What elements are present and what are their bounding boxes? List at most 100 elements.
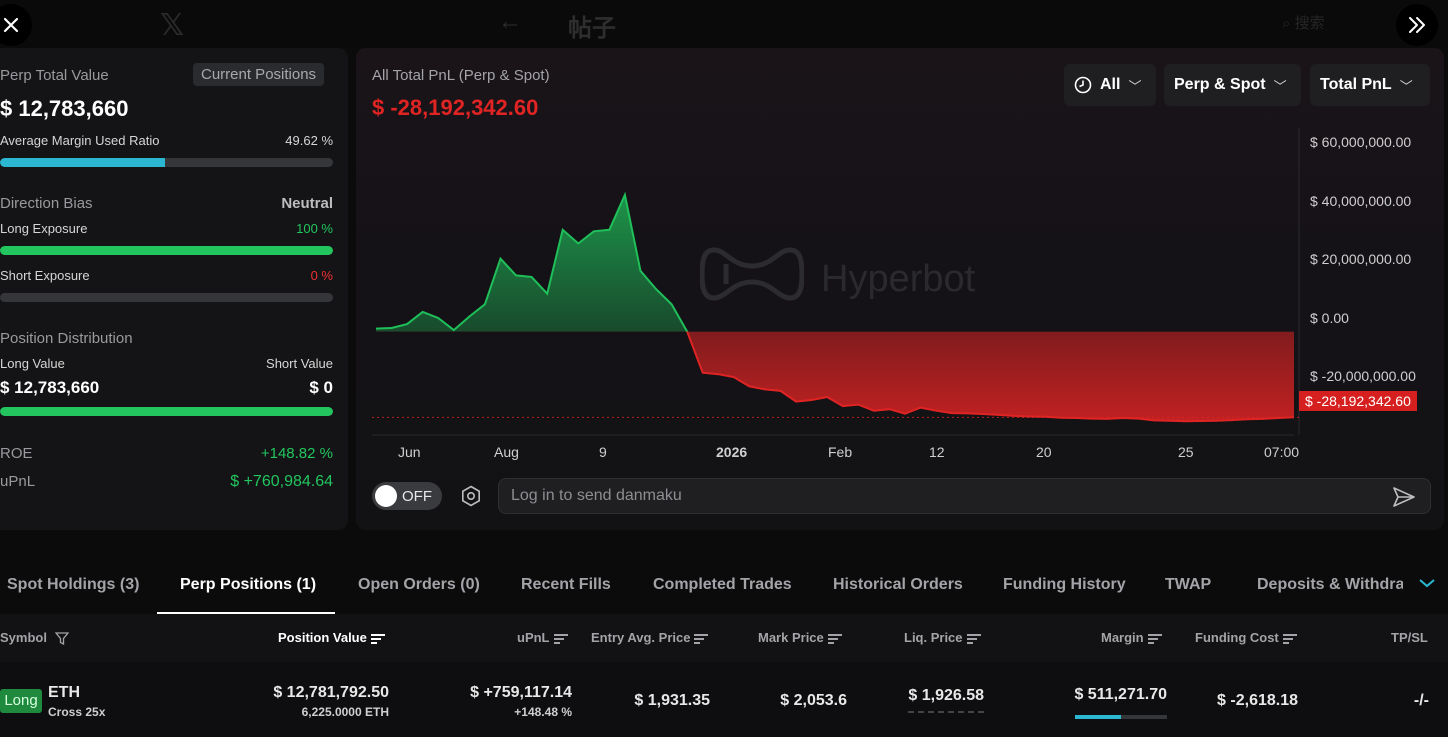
margin-usage-fill (1075, 715, 1121, 719)
long-exposure-fill (0, 246, 333, 255)
leverage-label: Cross 25x (48, 705, 106, 719)
tab-completed-trades[interactable]: Completed Trades (653, 576, 792, 594)
x-tick-label: 07:00 (1264, 444, 1300, 460)
search-label: 搜索 (1294, 15, 1325, 32)
filter-icon[interactable] (54, 632, 69, 646)
upnl-value: $ +760,984.64 (230, 473, 333, 490)
col-liq-price[interactable]: Liq. Price (904, 630, 981, 645)
margin-ratio-label: Average Margin Used Ratio (0, 133, 160, 148)
sort-icon (553, 633, 568, 644)
col-tpsl: TP/SL (1391, 630, 1428, 645)
side-badge: Long (0, 689, 42, 713)
y-tick-label: $ 60,000,000.00 (1310, 134, 1412, 150)
perp-total-value: $ 12,783,660 (0, 96, 129, 121)
sort-icon (370, 633, 385, 644)
sort-icon (1282, 633, 1297, 644)
col-margin[interactable]: Margin (1101, 630, 1162, 645)
roe-value: +148.82 % (260, 445, 333, 462)
sort-icon (966, 633, 981, 644)
danmaku-toggle[interactable]: OFF (372, 482, 442, 510)
page-title: 帖子 (568, 15, 616, 42)
col-mark-price[interactable]: Mark Price (758, 630, 842, 645)
toggle-knob (375, 485, 397, 507)
tabs-more-button[interactable] (1418, 576, 1436, 594)
roe-label: ROE (0, 445, 33, 462)
long-exposure-bar (0, 246, 333, 255)
entry-price: $ 1,931.35 (634, 692, 710, 709)
position-distribution-bar (0, 407, 333, 416)
double-chevron-right-icon (1409, 17, 1425, 33)
col-entry-price-label: Entry Avg. Price (591, 630, 691, 645)
table-header: Symbol Position Value uPnL Entry Avg. Pr… (0, 614, 1448, 662)
upnl-label: uPnL (0, 473, 36, 490)
long-exposure-label: Long Exposure (0, 221, 88, 236)
short-exposure-bar (0, 293, 333, 302)
back-arrow-icon[interactable]: ← (498, 8, 522, 36)
pnl-chart-panel: All Total PnL (Perp & Spot) $ -28,192,34… (356, 48, 1444, 530)
search-icon: ⌕ (1282, 15, 1291, 32)
close-icon (3, 17, 19, 33)
col-funding-cost[interactable]: Funding Cost (1195, 630, 1297, 645)
tab-spot-holdings[interactable]: Spot Holdings (3) (7, 576, 139, 594)
col-upnl-label: uPnL (517, 630, 550, 645)
margin-ratio-bar (0, 158, 333, 167)
col-entry-price[interactable]: Entry Avg. Price (591, 630, 709, 645)
x-logo-icon: 𝕏 (160, 9, 185, 42)
danmaku-input[interactable]: Log in to send danmaku (498, 478, 1431, 514)
positions-tabs: Spot Holdings (3) Perp Positions (1) Ope… (0, 556, 1448, 614)
col-mark-price-label: Mark Price (758, 630, 824, 645)
long-distribution-fill (0, 407, 333, 416)
sort-icon (1147, 633, 1162, 644)
position-distribution-label: Position Distribution (0, 330, 133, 347)
chevron-down-icon (1419, 579, 1435, 588)
x-tick-label: Jun (398, 444, 421, 460)
upnl-percent: +148.48 % (514, 705, 572, 719)
position-value: $ 12,781,792.50 (273, 684, 389, 701)
x-tick-label: 12 (929, 444, 945, 460)
tab-historical-orders[interactable]: Historical Orders (833, 576, 963, 594)
col-upnl[interactable]: uPnL (517, 630, 568, 645)
danmaku-placeholder: Log in to send danmaku (511, 487, 682, 504)
margin-usage-bar (1075, 715, 1167, 719)
y-tick-label: $ 40,000,000.00 (1310, 193, 1412, 209)
col-position-value[interactable]: Position Value (278, 630, 385, 645)
margin-ratio-value: 49.62 % (285, 133, 333, 148)
search-link[interactable]: ⌕ 搜索 (1282, 12, 1325, 33)
col-position-value-label: Position Value (278, 630, 367, 645)
tab-twap[interactable]: TWAP (1165, 576, 1211, 594)
x-tick-label: Aug (494, 444, 519, 460)
x-tick-label: 20 (1036, 444, 1052, 460)
col-margin-label: Margin (1101, 630, 1144, 645)
account-summary-panel: Perp Total Value Current Positions $ 12,… (0, 48, 348, 530)
col-symbol[interactable]: Symbol (0, 630, 69, 646)
symbol-name[interactable]: ETH (48, 684, 80, 702)
current-value-label: $ -28,192,342.60 (1299, 391, 1417, 411)
mark-price: $ 2,053.6 (780, 692, 847, 709)
margin-value: $ 511,271.70 (1074, 686, 1167, 703)
send-icon[interactable] (1392, 486, 1416, 508)
x-tick-label: 2026 (716, 444, 748, 460)
tab-recent-fills[interactable]: Recent Fills (521, 576, 611, 594)
tab-deposits-withdrawals[interactable]: Deposits & Withdraw (1257, 576, 1403, 594)
long-value: $ 12,783,660 (0, 378, 100, 397)
top-bar: 𝕏 ← 帖子 ⌕ 搜索 (0, 0, 1448, 48)
y-tick-label: $ 20,000,000.00 (1310, 251, 1412, 267)
close-button[interactable] (0, 4, 32, 46)
position-size: 6,225.0000 ETH (301, 705, 389, 719)
tab-perp-positions[interactable]: Perp Positions (1) (180, 576, 316, 594)
expand-button[interactable] (1396, 4, 1438, 46)
tab-funding-history[interactable]: Funding History (1003, 576, 1126, 594)
current-positions-button[interactable]: Current Positions (193, 63, 325, 86)
col-symbol-label: Symbol (0, 630, 47, 645)
pnl-chart (372, 128, 1300, 436)
tab-open-orders[interactable]: Open Orders (0) (358, 576, 480, 594)
short-value-label: Short Value (266, 356, 333, 371)
y-tick-label: $ -20,000,000.00 (1310, 368, 1416, 384)
long-exposure-value: 100 % (296, 221, 333, 236)
y-tick-label: $ 0.00 (1310, 310, 1349, 326)
table-row[interactable]: Long ETH Cross 25x $ 12,781,792.50 6,225… (0, 662, 1448, 737)
funding-cost: $ -2,618.18 (1217, 692, 1298, 709)
sort-icon (694, 633, 709, 644)
tpsl-value[interactable]: -/- (1414, 692, 1429, 710)
danmaku-settings-button[interactable] (460, 485, 482, 512)
